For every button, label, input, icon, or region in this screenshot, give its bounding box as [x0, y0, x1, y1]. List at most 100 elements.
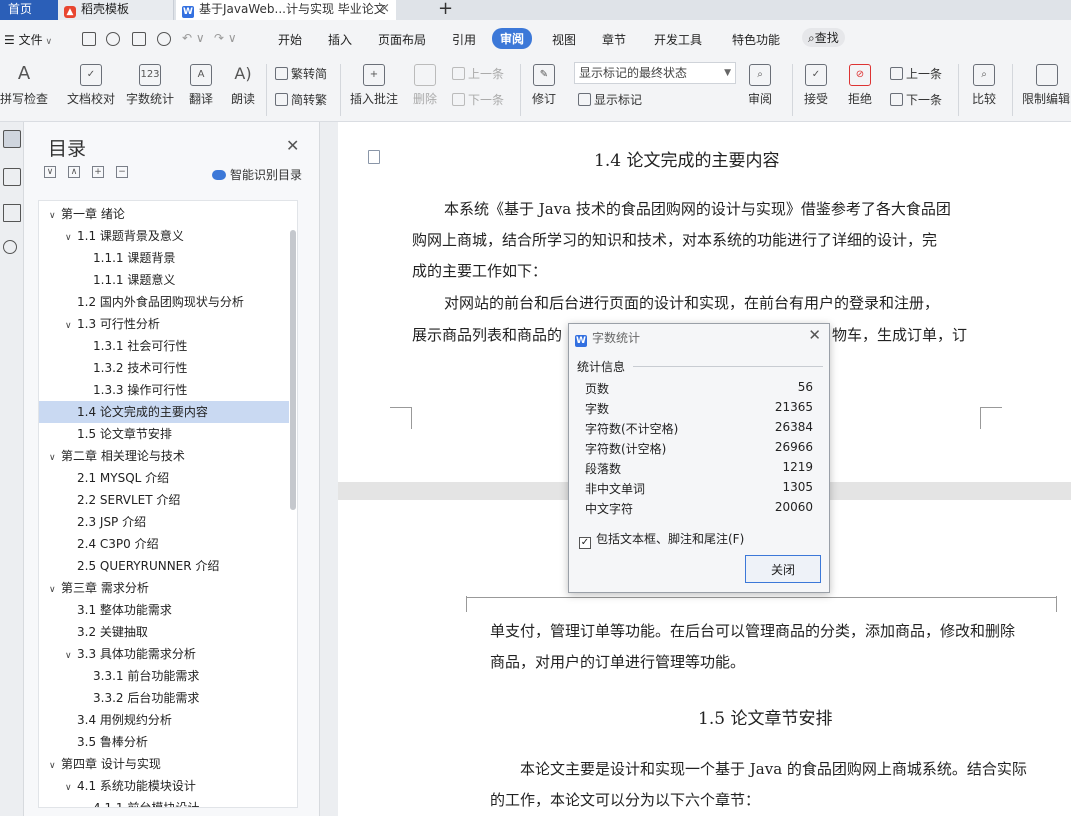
redo-icon[interactable]: ↷ ∨ [214, 31, 237, 45]
reviewing-pane-button[interactable]: ⌕ 审阅 [742, 64, 778, 107]
toc-item[interactable]: 3.4 用例规约分析 [39, 709, 289, 731]
chevron-down-icon[interactable]: ∨ [49, 579, 61, 601]
toc-item[interactable]: 1.3.1 社会可行性 [39, 335, 289, 357]
search-icon[interactable] [3, 240, 17, 254]
toc-item[interactable]: 2.5 QUERYRUNNER 介绍 [39, 555, 289, 577]
close-button[interactable]: 关闭 [745, 555, 821, 583]
expand-up-icon[interactable]: ∧ [68, 166, 80, 178]
paragraph-line: 购网上商城，结合所学习的知识和技术，对本系统的功能进行了详细的设计，完 [412, 231, 938, 249]
translate-button[interactable]: A 翻译 [184, 64, 218, 107]
tab-page-layout[interactable]: 页面布局 [378, 31, 426, 48]
tab-daoke-templates[interactable]: ▲ 稻壳模板 [58, 0, 174, 20]
toc-item[interactable]: 3.2 关键抽取 [39, 621, 289, 643]
toc-item[interactable]: 2.2 SERVLET 介绍 [39, 489, 289, 511]
toc-item[interactable]: 2.4 C3P0 介绍 [39, 533, 289, 555]
toc-item[interactable]: ∨ 4.1 系统功能模块设计 [39, 775, 289, 797]
bookmark-icon[interactable] [3, 204, 21, 222]
close-icon[interactable]: ✕ [808, 326, 821, 344]
chevron-down-icon[interactable]: ∨ [49, 205, 61, 227]
toc-item[interactable]: 1.1.1 课题意义 [39, 269, 289, 291]
toc-item[interactable]: 1.5 论文章节安排 [39, 423, 289, 445]
toc-panel-icon[interactable] [3, 130, 21, 148]
print-icon[interactable] [132, 32, 146, 46]
next-comment-button[interactable]: 下一条 [452, 91, 504, 108]
chevron-down-icon[interactable]: ∨ [49, 447, 61, 469]
close-icon[interactable]: ✕ [286, 136, 299, 155]
toc-item[interactable]: ∨ 第四章 设计与实现 [39, 753, 289, 775]
track-changes-button[interactable]: ✎ 修订 [526, 64, 562, 107]
accept-change-button[interactable]: ✓ 接受 [798, 64, 834, 107]
chevron-down-icon[interactable]: ∨ [65, 645, 77, 667]
tab-section[interactable]: 章节 [602, 31, 626, 48]
show-markup-button[interactable]: 显示标记 [578, 91, 642, 108]
toc-item[interactable]: ∨ 第一章 绪论 [39, 203, 289, 225]
tab-special-features[interactable]: 特色功能 [732, 31, 780, 48]
tab-insert[interactable]: 插入 [328, 31, 352, 48]
toc-item[interactable]: 2.1 MYSQL 介绍 [39, 467, 289, 489]
tab-view[interactable]: 视图 [552, 31, 576, 48]
toc-item[interactable]: 1.3.2 技术可行性 [39, 357, 289, 379]
toc-item[interactable]: 3.1 整体功能需求 [39, 599, 289, 621]
restrict-editing-button[interactable]: 限制编辑 [1022, 64, 1071, 107]
show-markup-label: 显示标记 [594, 93, 643, 107]
toc-item[interactable]: ∨ 1.1 课题背景及意义 [39, 225, 289, 247]
new-tab-button[interactable]: + [438, 0, 453, 19]
tab-home[interactable]: 首页 [0, 0, 58, 20]
reject-change-button[interactable]: ⊘ 拒绝 [842, 64, 878, 107]
toc-item[interactable]: 1.4 论文完成的主要内容 [39, 401, 289, 423]
word-count-button[interactable]: 123 字数统计 [124, 64, 176, 107]
toc-item[interactable]: 1.2 国内外食品团购现状与分析 [39, 291, 289, 313]
chevron-down-icon[interactable]: ∨ [65, 227, 77, 249]
chevron-down-icon[interactable]: ∨ [65, 315, 77, 337]
wps-writer-icon: W [575, 335, 587, 347]
save-icon[interactable] [82, 32, 96, 46]
toc-item[interactable]: 2.3 JSP 介绍 [39, 511, 289, 533]
chevron-down-icon[interactable]: ∨ [65, 777, 77, 799]
toc-item[interactable]: 3.3.1 前台功能需求 [39, 665, 289, 687]
toc-item[interactable]: ∨ 3.3 具体功能需求分析 [39, 643, 289, 665]
toc-item[interactable]: ∨ 第三章 需求分析 [39, 577, 289, 599]
tab-document[interactable]: W 基于JavaWeb...计与实现 毕业论文 × [176, 0, 396, 20]
previous-change-button[interactable]: 上一条 [890, 65, 942, 82]
tab-close-icon[interactable]: × [379, 0, 390, 18]
tab-bar: 首页 ▲ 稻壳模板 W 基于JavaWeb...计与实现 毕业论文 × + [0, 0, 1071, 20]
paragraph-line: 展示商品列表和商品的 [412, 326, 563, 344]
search-button[interactable]: ⌕查找 [802, 28, 845, 47]
simplified-to-traditional-button[interactable]: 简转繁 [275, 91, 327, 108]
include-textboxes-checkbox[interactable]: ✓ 包括文本框、脚注和尾注(F) [579, 530, 744, 549]
plus-icon[interactable]: + [92, 166, 104, 178]
tab-developer[interactable]: 开发工具 [654, 31, 702, 48]
toc-item[interactable]: 1.3.3 操作可行性 [39, 379, 289, 401]
toc-scrollbar[interactable] [290, 230, 296, 510]
insert-comment-button[interactable]: + 插入批注 [348, 64, 400, 107]
toc-item[interactable]: ∨ 1.3 可行性分析 [39, 313, 289, 335]
paragraph-line: 商品，对用户的订单进行管理等功能。 [490, 653, 746, 671]
document-proofread-button[interactable]: ✓ 文档校对 [66, 64, 116, 107]
toc-item[interactable]: 1.1.1 课题背景 [39, 247, 289, 269]
next-change-button[interactable]: 下一条 [890, 91, 942, 108]
tab-references[interactable]: 引用 [452, 31, 476, 48]
document-options-icon[interactable] [368, 150, 380, 164]
navigation-pane-icon[interactable] [3, 168, 21, 186]
print-preview-icon[interactable] [157, 32, 171, 46]
markup-display-select[interactable]: 显示标记的最终状态 ▼ [574, 62, 736, 84]
format-painter-icon[interactable] [106, 32, 120, 46]
spell-check-button[interactable]: A 拼写检查 [0, 64, 48, 107]
read-aloud-button[interactable]: A) 朗读 [228, 64, 258, 107]
minus-icon[interactable]: − [116, 166, 128, 178]
toc-item[interactable]: 3.3.2 后台功能需求 [39, 687, 289, 709]
undo-icon[interactable]: ↶ ∨ [182, 31, 205, 45]
file-menu[interactable]: ☰ 文件 ∨ [4, 31, 52, 48]
toc-item[interactable]: 4.1.1 前台模块设计 [39, 797, 289, 807]
toc-item[interactable]: 3.5 鲁棒分析 [39, 731, 289, 753]
chevron-down-icon[interactable]: ∨ [49, 755, 61, 777]
compare-button[interactable]: ⌕ 比较 [966, 64, 1002, 107]
tab-start[interactable]: 开始 [278, 31, 302, 48]
delete-comment-button[interactable]: 删除 [408, 64, 442, 107]
previous-comment-button[interactable]: 上一条 [452, 65, 504, 82]
smart-toc-button[interactable]: 智能识别目录 [212, 166, 302, 183]
traditional-to-simplified-button[interactable]: 繁转简 [275, 65, 327, 82]
collapse-all-icon[interactable]: ∨ [44, 166, 56, 178]
tab-review[interactable]: 审阅 [492, 28, 533, 49]
toc-item[interactable]: ∨ 第二章 相关理论与技术 [39, 445, 289, 467]
